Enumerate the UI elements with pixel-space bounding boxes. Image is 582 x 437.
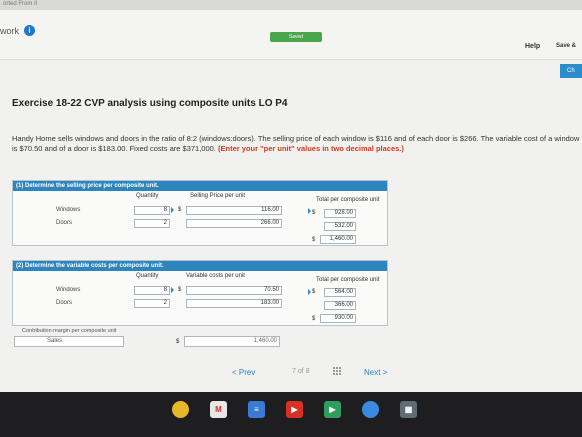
total-input[interactable]: 532.00 (324, 222, 356, 231)
quantity-input[interactable]: 8 (134, 206, 170, 215)
toolbar: work i Saved Help Save & (0, 10, 582, 60)
files-icon[interactable]: ▦ (400, 401, 417, 418)
total-input[interactable]: 366.00 (324, 301, 356, 310)
dollar-sign: $ (312, 210, 316, 216)
work-label: work (0, 26, 20, 36)
docs-icon[interactable]: ≡ (248, 401, 265, 418)
chrome-icon[interactable] (172, 401, 189, 418)
row-label: Doors (56, 220, 73, 226)
problem-text: Handy Home sells windows and doors in th… (12, 134, 580, 154)
total-input[interactable]: 564.00 (324, 288, 356, 297)
total-header: Total per composite unit (316, 197, 380, 203)
page-total: 8 (305, 368, 310, 375)
quantity-header: Quantity (136, 273, 159, 279)
contribution-margin-label: Contribution margin per composite unit (22, 328, 117, 334)
play-store-icon[interactable]: ▶ (324, 401, 341, 418)
cell-marker-icon (171, 207, 174, 213)
help-button[interactable]: Help (525, 43, 540, 50)
app-icon[interactable] (362, 401, 379, 418)
cell-marker-icon (171, 287, 174, 293)
dollar-sign: $ (178, 287, 182, 293)
page-indicator: 7 of 8 (292, 368, 310, 375)
exercise-title: Exercise 18-22 CVP analysis using compos… (12, 98, 288, 109)
saved-status: Saved (270, 32, 322, 42)
dollar-sign: $ (178, 207, 182, 213)
page-current: 7 (292, 368, 296, 375)
quantity-header: Quantity (136, 193, 159, 199)
cost-header: Variable costs per unit (186, 273, 245, 279)
os-shelf: M ≡ ▶ ▶ ▦ (0, 392, 582, 437)
price-header: Selling Price per unit (190, 193, 246, 199)
check-button[interactable]: Ch (560, 64, 582, 78)
save-exit-button[interactable]: Save & (556, 43, 576, 49)
quantity-input[interactable]: 2 (134, 299, 170, 308)
dollar-sign: $ (176, 339, 180, 345)
dollar-sign: $ (312, 316, 316, 322)
cost-input[interactable]: 70.50 (186, 286, 282, 295)
tab-title: orted From II (3, 1, 38, 7)
price-input[interactable]: 266.00 (186, 219, 282, 228)
dollar-sign: $ (312, 237, 316, 243)
row-label: Doors (56, 300, 73, 306)
dollar-sign: $ (312, 289, 316, 295)
prev-button[interactable]: < Prev (232, 368, 255, 377)
next-button[interactable]: Next > (364, 368, 387, 377)
total-header: Total per composite unit (316, 277, 380, 283)
total-input[interactable]: 928.00 (324, 209, 356, 218)
total-sum[interactable]: 1,460.00 (320, 235, 356, 244)
part1-header: (1) Determine the selling price per comp… (13, 181, 387, 191)
youtube-icon[interactable]: ▶ (286, 401, 303, 418)
row-label: Windows (56, 287, 81, 293)
gmail-icon[interactable]: M (210, 401, 227, 418)
quantity-input[interactable]: 2 (134, 219, 170, 228)
browser-content: orted From II work i Saved Help Save & C… (0, 0, 582, 392)
sales-value-input[interactable]: 1,460.00 (184, 336, 280, 347)
part2-header: (2) Determine the variable costs per com… (13, 261, 387, 271)
total-sum[interactable]: 930.00 (320, 314, 356, 323)
cell-marker-icon (308, 208, 311, 214)
cell-marker-icon (308, 289, 311, 295)
tab-strip: orted From II (0, 0, 582, 10)
row-label: Windows (56, 207, 81, 213)
price-input[interactable]: 116.00 (186, 206, 282, 215)
instruction-text: (Enter your "per unit" values in two dec… (217, 144, 404, 153)
page-of: of (297, 368, 304, 375)
quantity-input[interactable]: 8 (134, 286, 170, 295)
grid-icon[interactable] (332, 366, 342, 376)
info-icon[interactable]: i (24, 25, 35, 36)
cost-input[interactable]: 183.00 (186, 299, 282, 308)
sales-dropdown[interactable]: Sales (14, 336, 124, 347)
